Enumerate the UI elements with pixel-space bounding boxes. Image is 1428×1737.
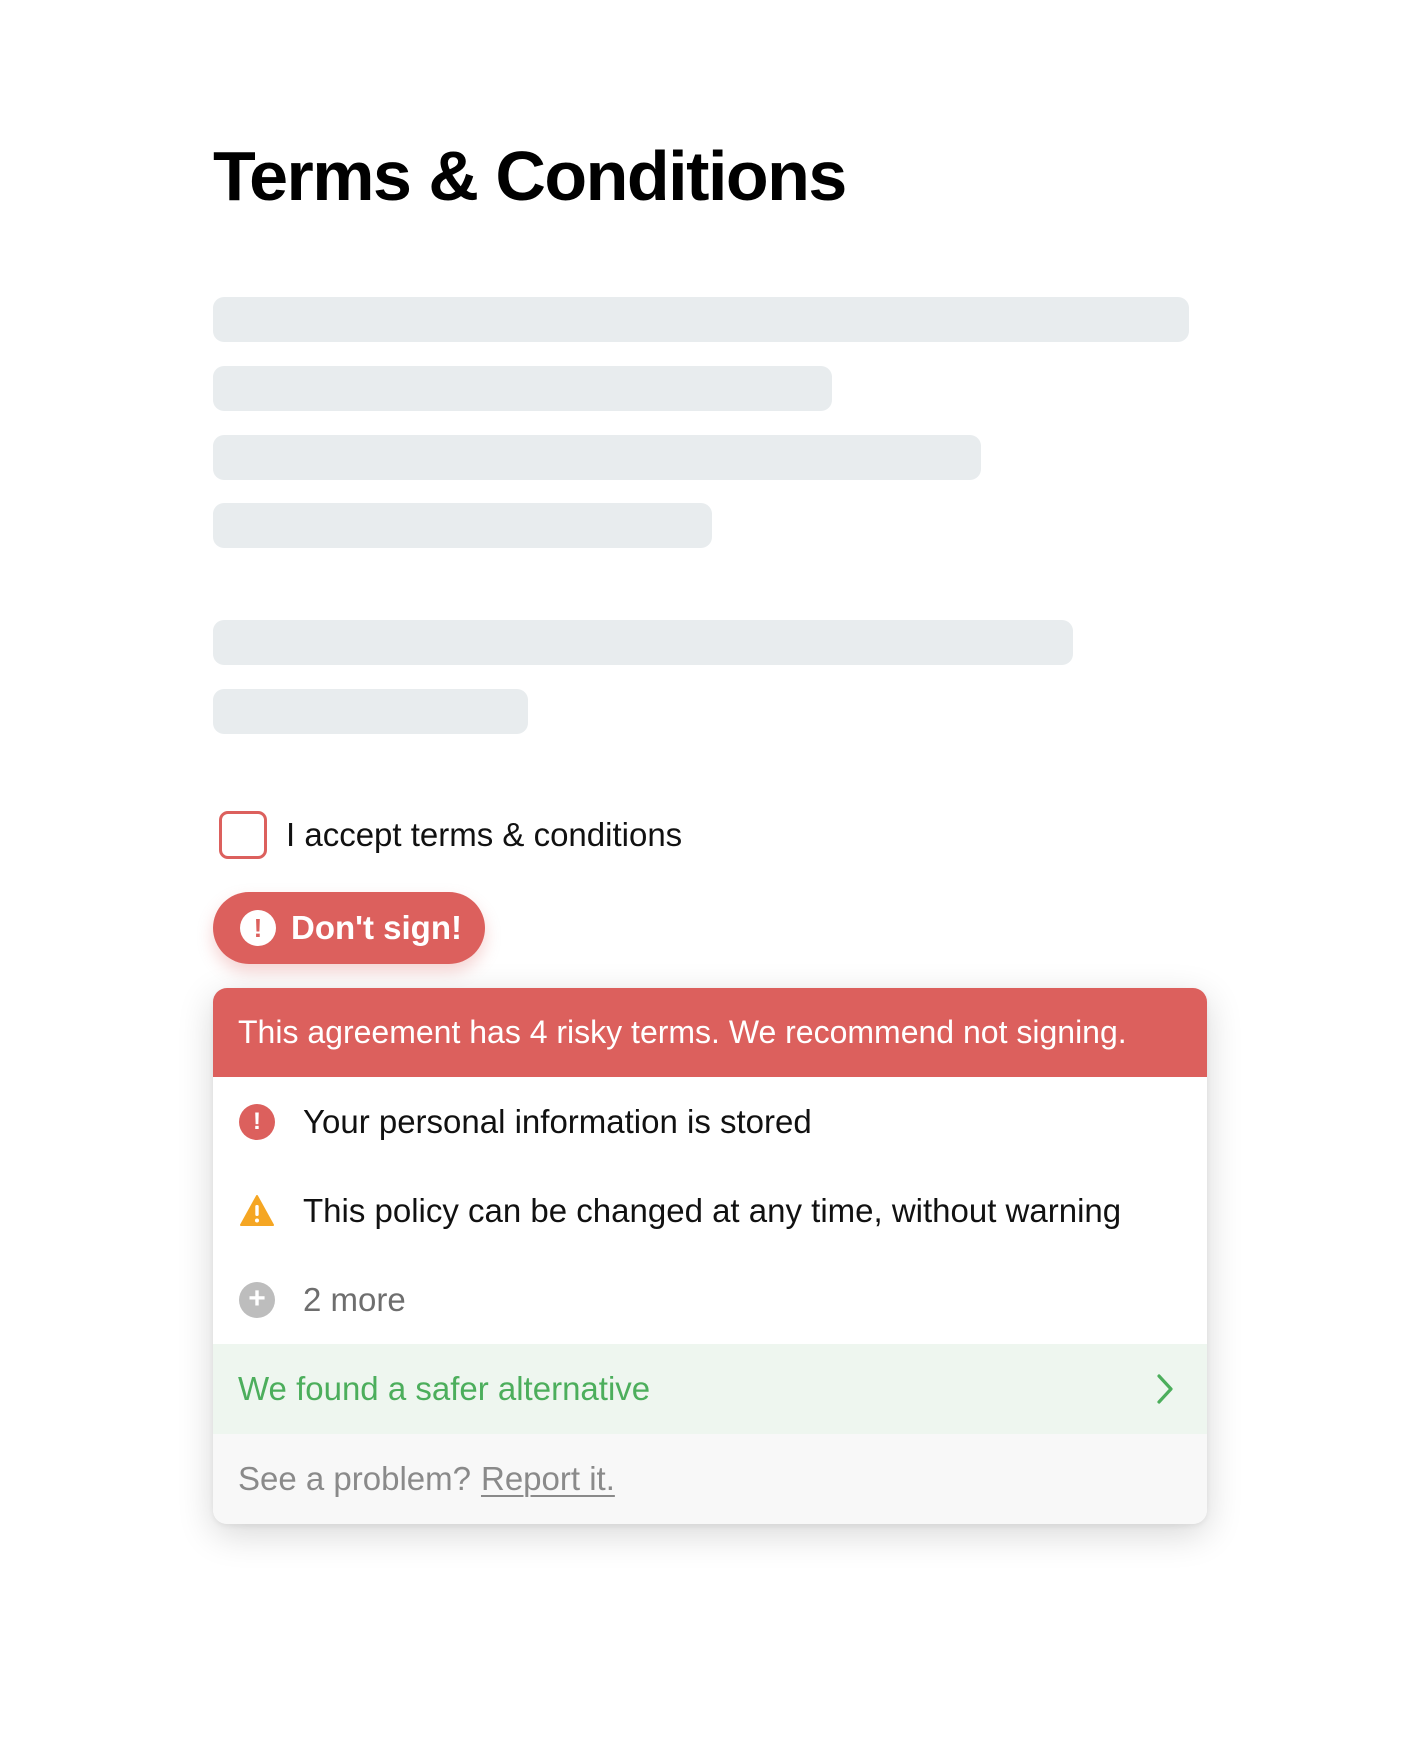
risk-item-label: Your personal information is stored bbox=[303, 1102, 812, 1140]
plus-icon: + bbox=[239, 1281, 275, 1318]
report-problem-row: See a problem? Report it. bbox=[213, 1434, 1207, 1524]
terms-page: Terms & Conditions I accept terms & cond… bbox=[0, 0, 1428, 1737]
accept-terms-checkbox[interactable] bbox=[219, 811, 267, 859]
report-prompt: See a problem? bbox=[238, 1460, 471, 1497]
alert-icon: ! bbox=[240, 910, 276, 946]
accept-terms-row[interactable]: I accept terms & conditions bbox=[219, 811, 682, 859]
risk-item: This policy can be changed at any time, … bbox=[213, 1166, 1207, 1255]
safer-alternative-link[interactable]: We found a safer alternative bbox=[213, 1344, 1207, 1434]
safer-alternative-label: We found a safer alternative bbox=[238, 1370, 651, 1407]
alert-icon: ! bbox=[239, 1103, 275, 1140]
risk-summary-popup: This agreement has 4 risky terms. We rec… bbox=[213, 988, 1207, 1524]
dont-sign-label: Don't sign! bbox=[291, 909, 462, 946]
risk-item: ! Your personal information is stored bbox=[213, 1077, 1207, 1166]
show-more-label: 2 more bbox=[303, 1280, 406, 1318]
show-more-risks[interactable]: + 2 more bbox=[213, 1255, 1207, 1344]
page-title: Terms & Conditions bbox=[213, 137, 847, 215]
chevron-right-icon bbox=[1157, 1374, 1173, 1404]
text-placeholder-line bbox=[213, 297, 1189, 342]
text-placeholder-line bbox=[213, 620, 1073, 665]
risk-item-label: This policy can be changed at any time, … bbox=[303, 1191, 1122, 1229]
report-link[interactable]: Report it. bbox=[481, 1460, 615, 1498]
risk-summary-header: This agreement has 4 risky terms. We rec… bbox=[213, 988, 1207, 1077]
text-placeholder-line bbox=[213, 435, 981, 480]
accept-terms-label: I accept terms & conditions bbox=[286, 816, 683, 853]
text-placeholder-line bbox=[213, 503, 712, 548]
text-placeholder-line bbox=[213, 689, 528, 734]
text-placeholder-line bbox=[213, 366, 832, 411]
warning-icon bbox=[240, 1194, 274, 1226]
dont-sign-button[interactable]: ! Don't sign! bbox=[213, 892, 485, 964]
